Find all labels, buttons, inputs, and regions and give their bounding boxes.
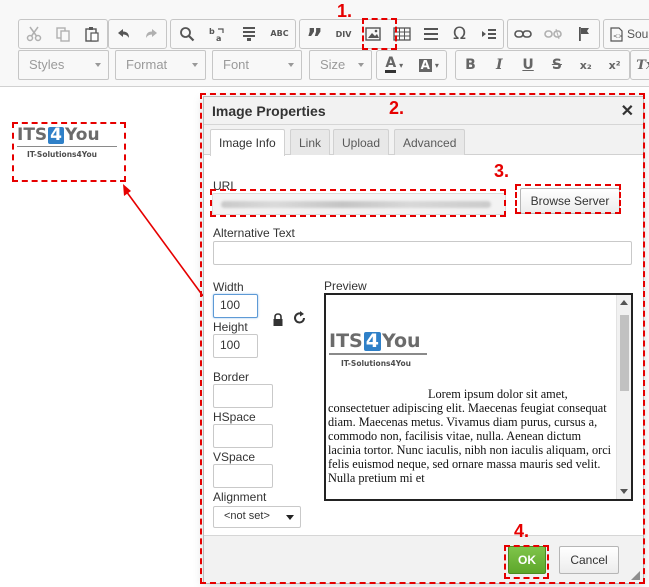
browse-server-highlight (515, 184, 621, 214)
dialog-highlight (200, 93, 645, 584)
image-button-highlight (362, 18, 397, 50)
ok-button-highlight (504, 545, 549, 579)
annotation-step-3: 3. (494, 161, 510, 181)
annotation-step-4: 4. (514, 521, 530, 541)
url-highlight (210, 189, 506, 217)
annotation-step-1: 1. (337, 1, 353, 21)
annotation-step-2: 2. (389, 98, 405, 118)
